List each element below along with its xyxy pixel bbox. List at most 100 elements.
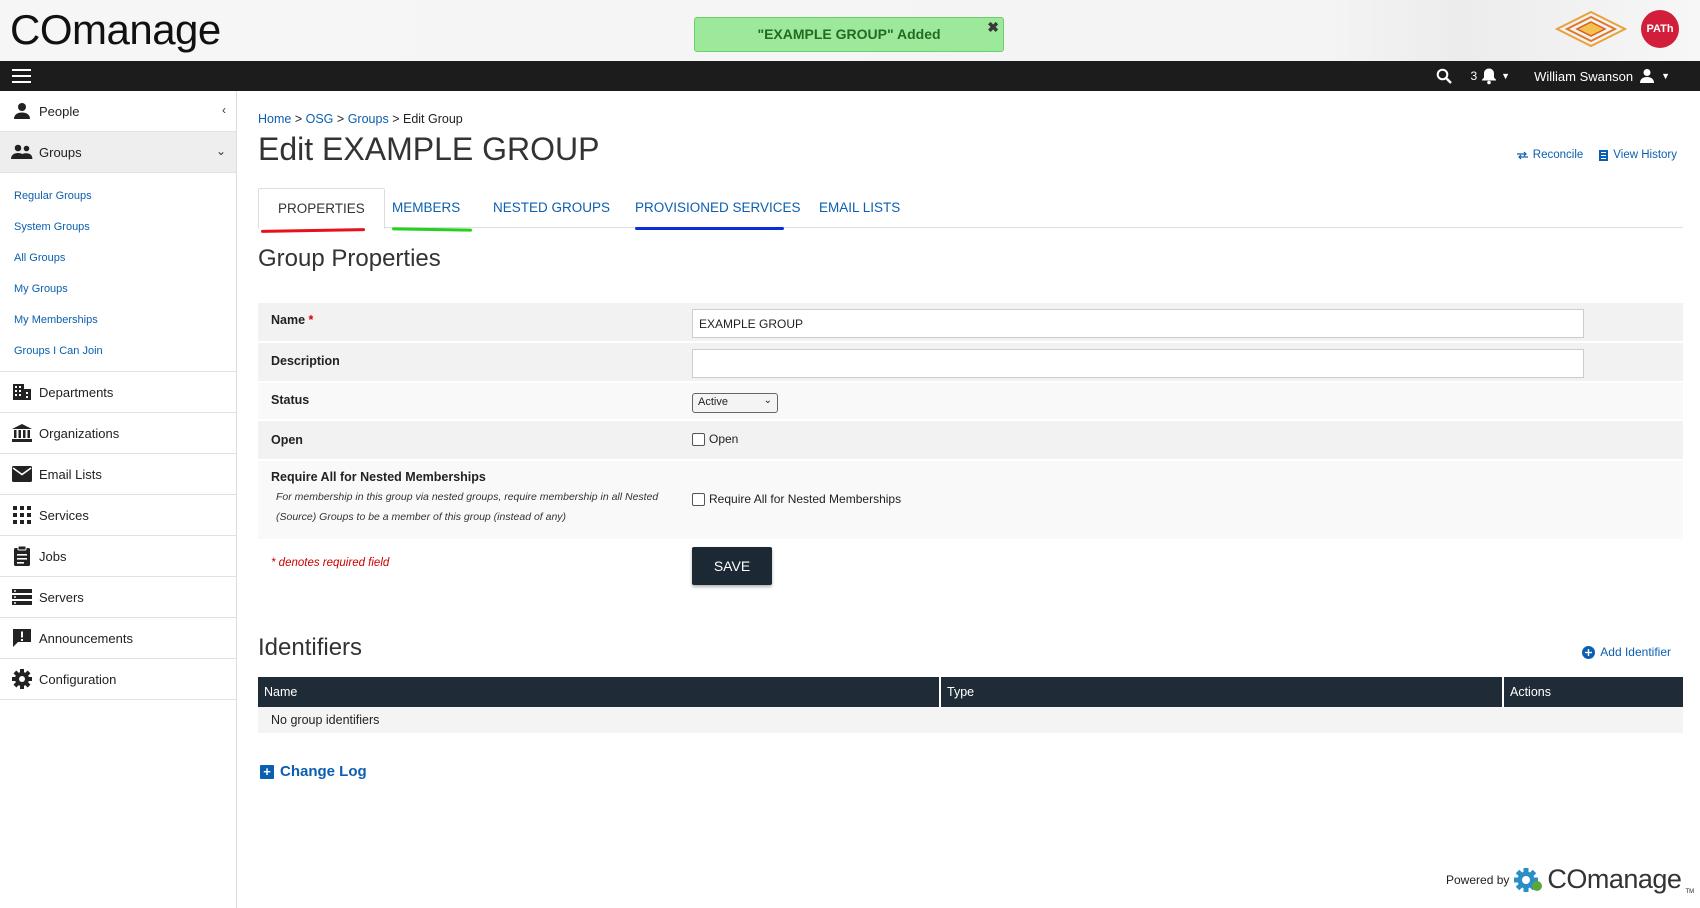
bank-icon (11, 423, 33, 443)
required-marker: * (308, 313, 314, 327)
breadcrumb-groups[interactable]: Groups (348, 112, 389, 126)
sidebar-item-label: Configuration (39, 671, 117, 687)
submenu-my-groups[interactable]: My Groups (14, 274, 236, 305)
sidebar-item-announcements[interactable]: Announcements (0, 618, 236, 659)
nested-label: Require All for Nested Memberships (271, 470, 486, 484)
sidebar-item-email-lists[interactable]: Email Lists (0, 454, 236, 495)
powered-by-text: Powered by (1446, 872, 1510, 887)
identifiers-heading: Identifiers (258, 634, 363, 661)
tab-provisioned-services[interactable]: PROVISIONED SERVICES (635, 188, 801, 228)
sidebar-item-services[interactable]: Services (0, 495, 236, 536)
status-select[interactable]: Active ⌄ (692, 393, 778, 413)
flash-close-icon[interactable]: ✖ (987, 11, 999, 44)
breadcrumb-separator: > (336, 112, 345, 126)
name-label: Name * (271, 313, 314, 327)
sidebar-item-label: Servers (39, 589, 84, 605)
required-note: * denotes required field (271, 557, 390, 569)
sidebar-item-label: Announcements (39, 630, 133, 646)
status-label: Status (271, 393, 310, 407)
table-empty-row: No group identifiers (258, 707, 1683, 733)
members-underline-mark (391, 227, 473, 232)
add-identifier-label: Add Identifier (1600, 645, 1671, 659)
sidebar-item-people[interactable]: People ‹ (0, 91, 236, 132)
sidebar-item-groups[interactable]: Groups ⌄ (0, 132, 236, 173)
app-brand[interactable]: COmanage (10, 6, 221, 54)
nested-help-text: For membership in this group via nested … (276, 491, 659, 523)
submenu-regular-groups[interactable]: Regular Groups (14, 181, 236, 212)
form-row-status: Status Active ⌄ (258, 383, 1683, 421)
open-label: Open (271, 433, 303, 447)
clipboard-icon (11, 546, 33, 566)
name-input[interactable]: EXAMPLE GROUP (692, 309, 1584, 338)
group-properties-heading: Group Properties (258, 245, 441, 272)
mail-icon (11, 464, 33, 484)
sidebar-item-jobs[interactable]: Jobs (0, 536, 236, 577)
comanage-gear-logo-icon (1514, 867, 1543, 892)
status-selected-value: Active (698, 396, 728, 408)
add-identifier-button[interactable]: Add Identifier (1582, 645, 1671, 659)
open-checkbox-label: Open (709, 432, 739, 446)
submenu-groups-i-can-join[interactable]: Groups I Can Join (14, 336, 236, 367)
chevron-down-icon: ▼ (1661, 71, 1670, 81)
expand-plus-icon: + (260, 764, 274, 779)
form-row-open: Open Open (258, 421, 1683, 461)
sidebar-item-servers[interactable]: Servers (0, 577, 236, 618)
page-actions: Reconcile View History (1516, 149, 1677, 161)
submenu-all-groups[interactable]: All Groups (14, 243, 236, 274)
servers-icon (11, 587, 33, 607)
column-header-actions: Actions (1510, 685, 1551, 699)
sidebar-item-configuration[interactable]: Configuration (0, 659, 236, 700)
sidebar: People ‹ Groups ⌄ Regular Groups System … (0, 91, 237, 908)
flash-message: "EXAMPLE GROUP" Added ✖ (694, 17, 1004, 52)
user-icon (1640, 69, 1655, 83)
tab-email-lists[interactable]: EMAIL LISTS (819, 188, 900, 228)
user-name: William Swanson (1534, 68, 1634, 84)
form-row-save: * denotes required field SAVE (258, 541, 1683, 601)
top-header: COmanage "EXAMPLE GROUP" Added ✖ PATh (0, 0, 1700, 61)
trademark-mark: TM (1685, 889, 1695, 895)
gear-icon (11, 669, 33, 689)
nested-checkbox[interactable] (692, 492, 705, 506)
hamburger-menu-icon[interactable] (12, 69, 31, 83)
groups-submenu: Regular Groups System Groups All Groups … (0, 173, 236, 372)
sidebar-item-label: People (39, 103, 80, 119)
sidebar-item-departments[interactable]: Departments (0, 372, 236, 413)
notifications-button[interactable]: 3 ▼ (1470, 67, 1510, 85)
reconcile-label: Reconcile (1532, 149, 1584, 161)
save-button[interactable]: SAVE (692, 547, 772, 585)
view-history-label: View History (1613, 149, 1677, 161)
tab-properties[interactable]: PROPERTIES (258, 188, 385, 229)
announcement-icon (11, 628, 33, 648)
view-history-link[interactable]: View History (1599, 149, 1677, 161)
nested-checkbox-wrap: Require All for Nested Memberships (692, 492, 901, 506)
description-input[interactable] (692, 349, 1584, 378)
sidebar-item-organizations[interactable]: Organizations (0, 413, 236, 454)
nav-bar: 3 ▼ William Swanson ▼ (0, 61, 1700, 91)
tab-members[interactable]: MEMBERS (392, 188, 460, 228)
swap-icon (1516, 151, 1528, 159)
column-header-name[interactable]: Name (258, 677, 941, 707)
properties-underline-mark (260, 228, 366, 233)
submenu-system-groups[interactable]: System Groups (14, 212, 236, 243)
tab-nested-groups[interactable]: NESTED GROUPS (493, 188, 610, 228)
reconcile-link[interactable]: Reconcile (1516, 149, 1584, 161)
comanage-footer-logo[interactable]: COmanage (1547, 864, 1682, 895)
sidebar-item-label: Jobs (39, 548, 67, 564)
open-checkbox-wrap: Open (692, 432, 738, 446)
history-list-icon (1599, 149, 1609, 161)
add-circle-icon (1582, 645, 1596, 659)
user-menu-button[interactable]: William Swanson ▼ (1534, 68, 1670, 84)
form-row-name: Name * EXAMPLE GROUP (258, 303, 1683, 343)
breadcrumb-home[interactable]: Home (258, 112, 291, 126)
open-checkbox[interactable] (692, 432, 705, 446)
column-header-type[interactable]: Type (941, 677, 1504, 707)
form-row-description: Description (258, 343, 1683, 383)
change-log-label: Change Log (280, 763, 367, 780)
search-icon[interactable] (1436, 68, 1453, 84)
submenu-my-memberships[interactable]: My Memberships (14, 305, 236, 336)
path-logo: PATh (1641, 10, 1679, 48)
breadcrumb-osg[interactable]: OSG (306, 112, 334, 126)
change-log-toggle[interactable]: + Change Log (260, 763, 367, 780)
sidebar-item-label: Groups (39, 144, 82, 160)
form-row-nested: Require All for Nested Memberships For m… (258, 461, 1683, 541)
